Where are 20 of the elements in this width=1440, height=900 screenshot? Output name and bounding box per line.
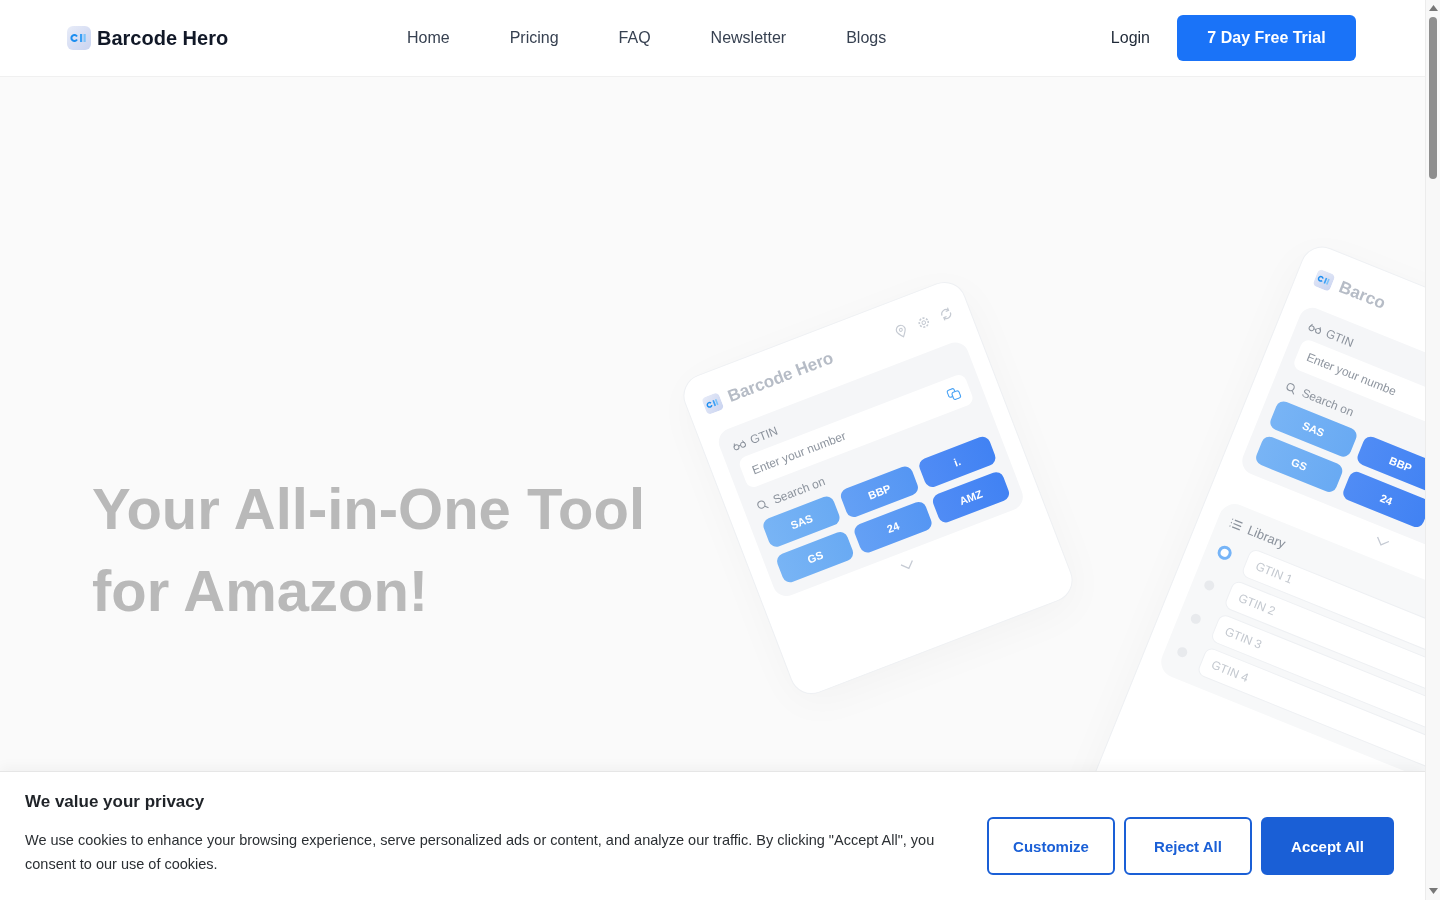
- login-link[interactable]: Login: [1110, 29, 1150, 47]
- scroll-thumb[interactable]: [1429, 17, 1437, 179]
- consent-button[interactable]: Reject All: [1124, 817, 1252, 875]
- nav-link[interactable]: Blogs: [846, 29, 887, 47]
- nav-link[interactable]: Home: [407, 29, 450, 47]
- nav-link[interactable]: Pricing: [509, 29, 559, 47]
- scroll-down-icon[interactable]: [1429, 888, 1438, 894]
- banner-text: We use cookies to enhance your browsing experience, serve personalized ads or content, and analyze our traffic. By clicking "Accept All", you consent to our use of cookies.: [25, 831, 936, 874]
- brand-name[interactable]: Barcode Hero: [97, 26, 229, 50]
- consent-button[interactable]: Customize: [987, 817, 1115, 875]
- logo-icon: [67, 26, 91, 50]
- nav-link[interactable]: Newsletter: [710, 29, 787, 47]
- scrollbar[interactable]: [1425, 0, 1440, 900]
- free-trial-button[interactable]: 7 Day Free Trial: [1177, 15, 1356, 61]
- consent-button[interactable]: Accept All: [1261, 817, 1394, 875]
- scroll-up-icon[interactable]: [1429, 5, 1438, 11]
- hero-headline: for Amazon!: [92, 557, 430, 625]
- banner-title: We value your privacy: [25, 792, 206, 812]
- hero-headline: Your All-in-One Tool: [92, 475, 646, 543]
- nav-link[interactable]: FAQ: [618, 29, 651, 47]
